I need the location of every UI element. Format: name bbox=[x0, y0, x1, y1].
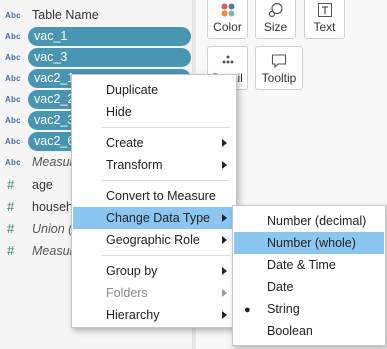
menu-item-group-by[interactable]: Group by bbox=[73, 260, 235, 282]
menu-item-number-whole[interactable]: Number (whole) bbox=[234, 232, 384, 254]
menu-item-duplicate[interactable]: Duplicate bbox=[73, 79, 235, 101]
selected-bullet-icon: ● bbox=[244, 304, 251, 316]
tooltip-button[interactable]: Tooltip bbox=[255, 46, 303, 90]
menu-item-folders: Folders bbox=[73, 282, 235, 304]
menu-item-convert-to-measure[interactable]: Convert to Measure bbox=[73, 185, 235, 207]
string-type-icon: Abc bbox=[5, 32, 21, 41]
text-label: Text bbox=[313, 20, 336, 34]
menu-item-create[interactable]: Create bbox=[73, 132, 235, 154]
field-label: Measur bbox=[32, 244, 74, 258]
submenu-arrow-icon bbox=[222, 267, 227, 275]
field-label: househ bbox=[32, 200, 74, 214]
menu-separator bbox=[102, 180, 230, 181]
size-button[interactable]: Size bbox=[255, 0, 296, 39]
menu-item-geographic-role[interactable]: Geographic Role bbox=[73, 229, 235, 251]
string-type-icon: Abc bbox=[5, 74, 21, 83]
string-type-icon: Abc bbox=[5, 95, 21, 104]
number-type-icon: # bbox=[7, 243, 15, 258]
string-type-icon: Abc bbox=[5, 137, 21, 146]
menu-item-change-data-type[interactable]: Change Data Type bbox=[73, 207, 235, 229]
menu-item-date-time[interactable]: Date & Time bbox=[234, 254, 384, 276]
tooltip-icon bbox=[256, 52, 302, 70]
submenu-arrow-icon bbox=[222, 236, 227, 244]
submenu-arrow-icon bbox=[222, 311, 227, 319]
string-type-icon: Abc bbox=[5, 116, 21, 125]
size-label: Size bbox=[263, 20, 288, 34]
field-item[interactable]: Abc vac_1 bbox=[0, 26, 193, 47]
detail-dots-icon bbox=[208, 52, 247, 70]
text-button[interactable]: Text bbox=[304, 0, 345, 39]
tooltip-label: Tooltip bbox=[261, 71, 297, 85]
number-type-icon: # bbox=[7, 221, 15, 236]
menu-separator bbox=[102, 255, 230, 256]
color-dots-icon bbox=[208, 1, 247, 19]
submenu-arrow-icon bbox=[222, 161, 227, 169]
menu-item-date[interactable]: Date bbox=[234, 276, 384, 298]
number-type-icon: # bbox=[7, 199, 15, 214]
table-name-row[interactable]: Abc Table Name bbox=[0, 5, 193, 26]
string-type-icon: Abc bbox=[5, 158, 21, 167]
string-type-icon: Abc bbox=[5, 11, 21, 20]
size-bubble-icon bbox=[256, 1, 295, 19]
field-label: Union ( bbox=[32, 222, 73, 236]
field-item[interactable]: Abc vac_3 bbox=[0, 47, 193, 68]
field-pill-selected[interactable]: vac_3 bbox=[28, 48, 191, 67]
field-label: age bbox=[32, 178, 53, 192]
menu-item-transform[interactable]: Transform bbox=[73, 154, 235, 176]
menu-separator bbox=[102, 127, 230, 128]
field-pill-selected[interactable]: vac_1 bbox=[28, 27, 191, 46]
submenu-arrow-icon bbox=[222, 139, 227, 147]
number-type-icon: # bbox=[7, 177, 15, 192]
change-data-type-submenu: Number (decimal) Number (whole) Date & T… bbox=[232, 205, 386, 346]
submenu-arrow-icon bbox=[222, 289, 227, 297]
text-t-icon bbox=[305, 1, 344, 19]
submenu-arrow-icon bbox=[222, 214, 227, 222]
menu-item-hide[interactable]: Hide bbox=[73, 101, 235, 123]
color-label: Color bbox=[213, 20, 242, 34]
color-button[interactable]: Color bbox=[207, 0, 248, 39]
menu-item-number-decimal[interactable]: Number (decimal) bbox=[234, 210, 384, 232]
table-name-label: Table Name bbox=[32, 8, 99, 22]
menu-item-string[interactable]: ● String bbox=[234, 298, 384, 320]
string-type-icon: Abc bbox=[5, 53, 21, 62]
field-context-menu: Duplicate Hide Create Transform Convert … bbox=[71, 74, 237, 328]
menu-item-boolean[interactable]: Boolean bbox=[234, 320, 384, 342]
menu-item-hierarchy[interactable]: Hierarchy bbox=[73, 304, 235, 326]
